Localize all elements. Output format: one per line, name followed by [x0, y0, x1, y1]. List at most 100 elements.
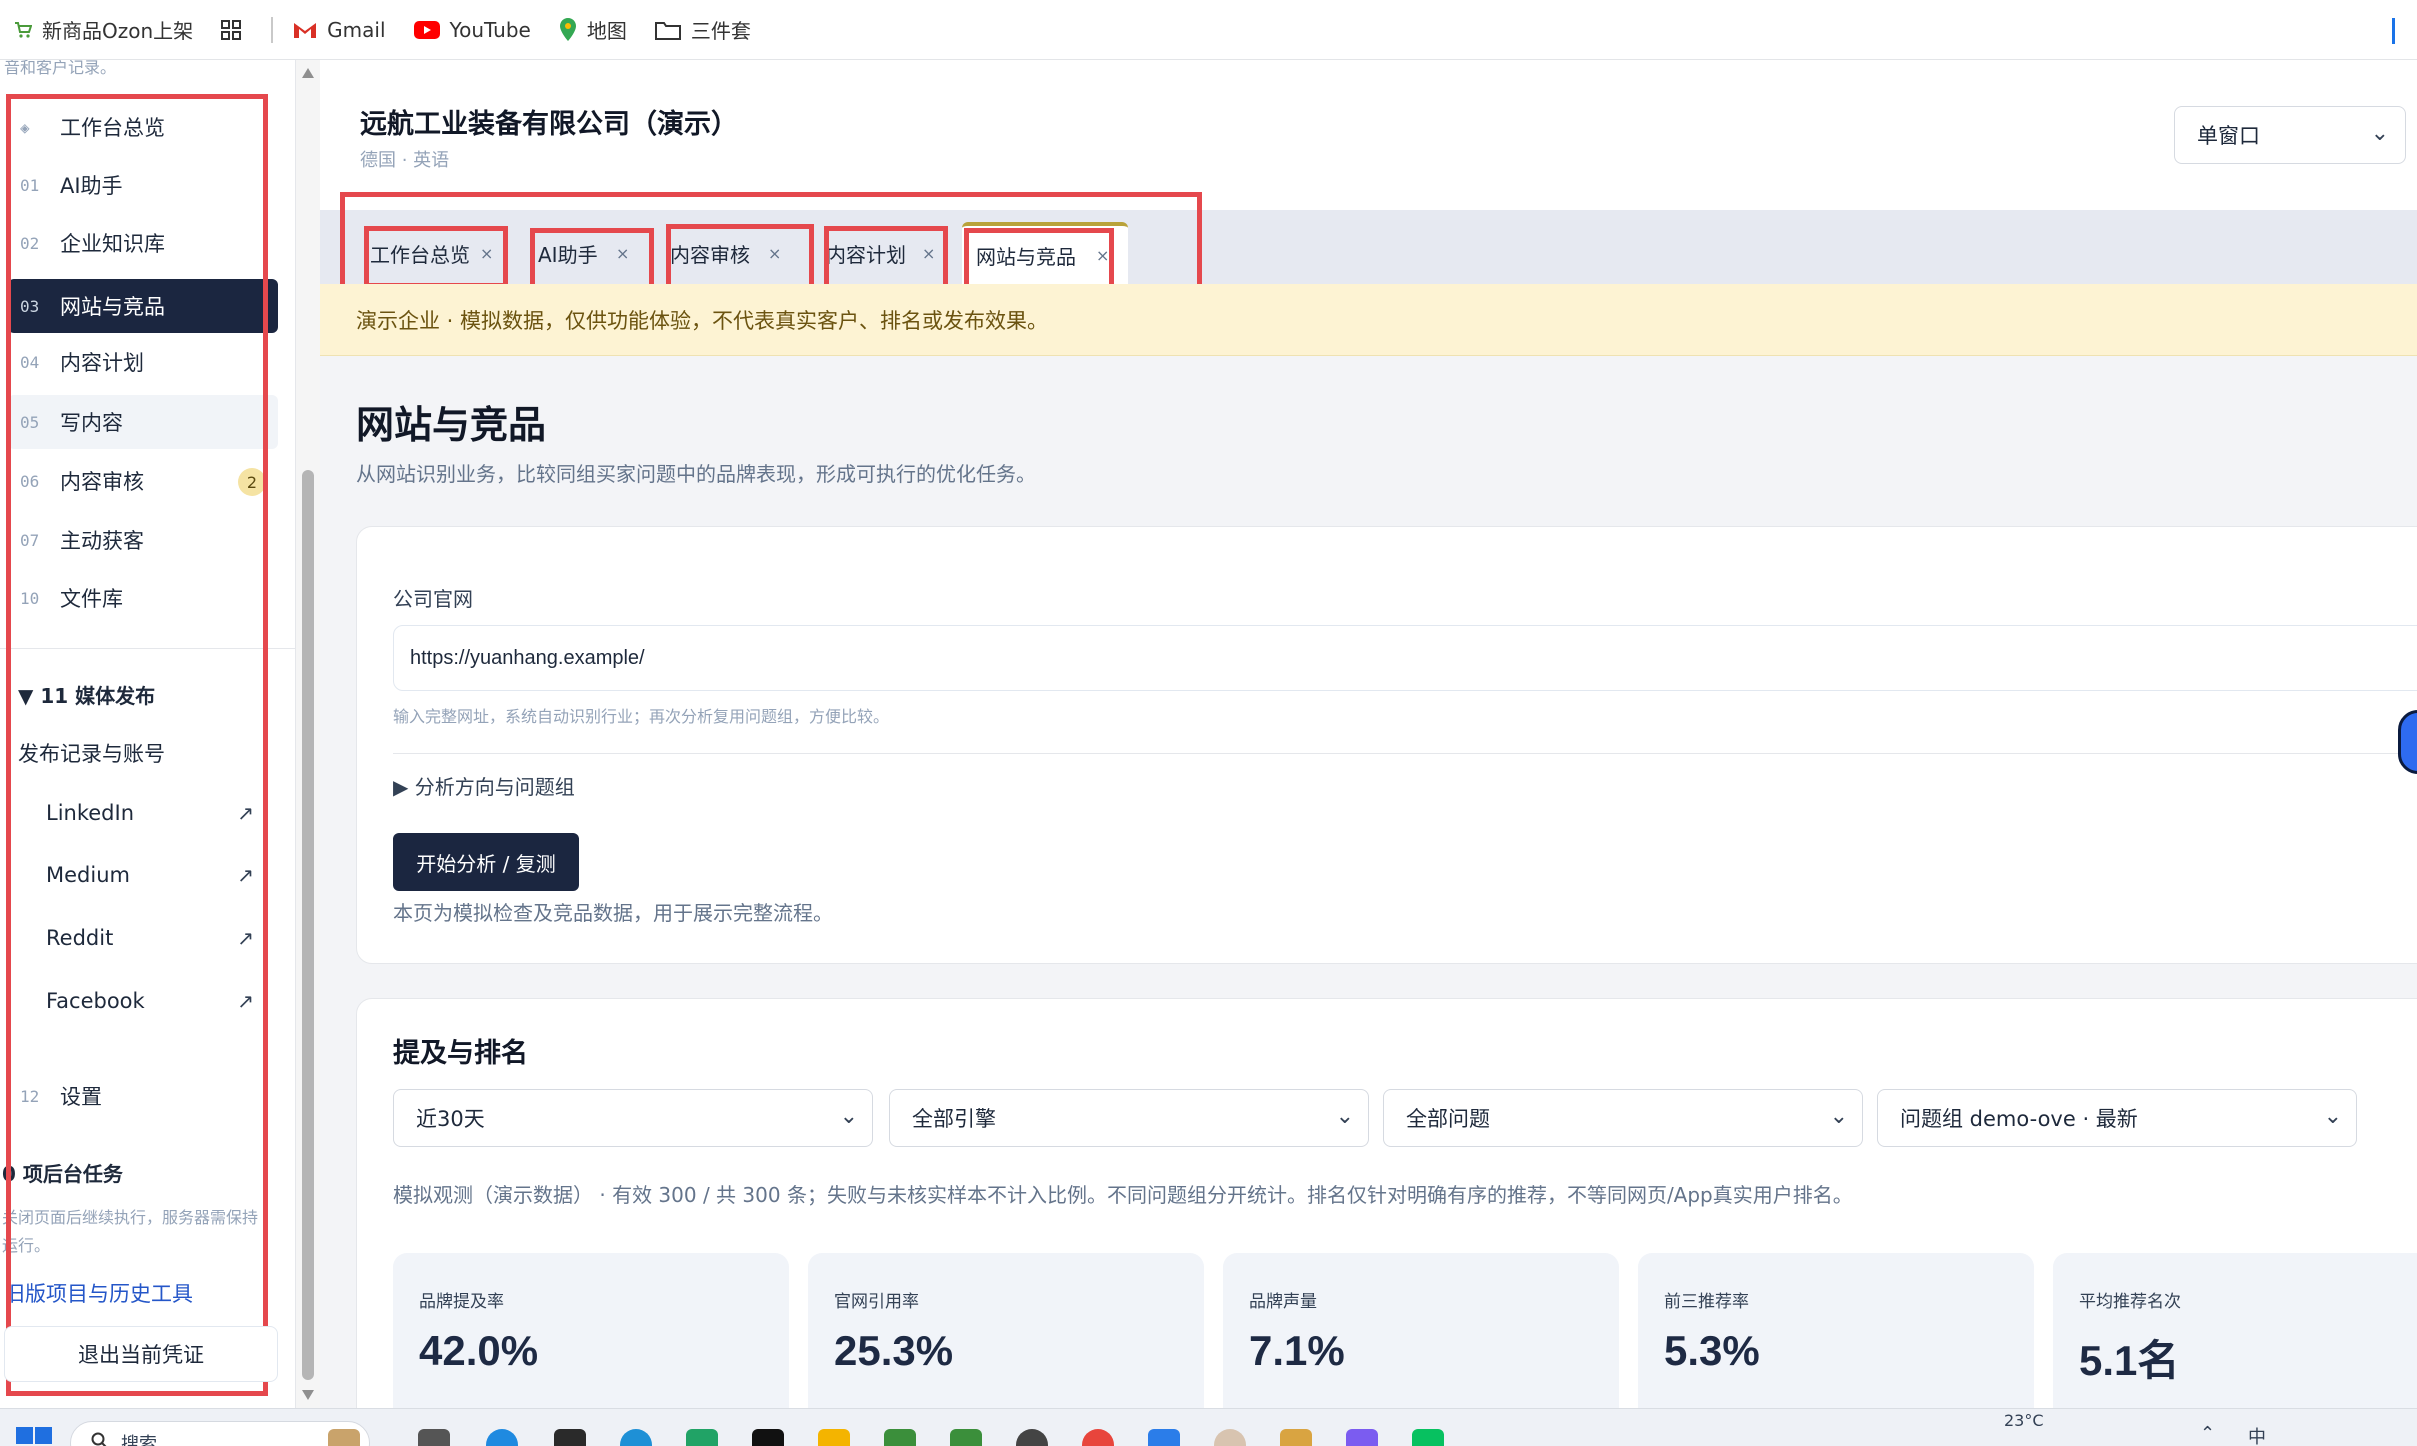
taskbar-search-placeholder: 搜索 — [121, 1434, 157, 1446]
stat-value: 5.3% — [1664, 1327, 1760, 1374]
window-mode-select[interactable]: 单窗口 ⌄ — [2174, 106, 2406, 164]
legacy-tools-link[interactable]: 旧版项目与历史工具 — [4, 1278, 193, 1308]
window-mode-value: 单窗口 — [2197, 124, 2260, 148]
sidebar-clipped-text: 音和客户记录。 — [4, 60, 117, 77]
sidebar-item-knowledge-base[interactable]: 02 企业知识库 — [8, 216, 278, 270]
filter-value: 问题组 demo-ove · 最新 — [1900, 1107, 2138, 1131]
bookmark-separator — [271, 16, 274, 43]
taskbar-app-icon[interactable] — [1016, 1429, 1048, 1446]
taskbar-app-icon[interactable] — [818, 1429, 850, 1446]
taskbar-app-icon[interactable] — [554, 1429, 586, 1446]
bookmark-apps[interactable] — [207, 0, 265, 60]
taskbar-app-icon[interactable] — [418, 1429, 450, 1446]
nav-number: 02 — [20, 233, 40, 253]
question-group-select[interactable]: 问题组 demo-ove · 最新 ⌄ — [1877, 1089, 2357, 1147]
linkedin-link[interactable]: LinkedIn ↗ — [46, 788, 268, 838]
taskbar-app-icon[interactable] — [1082, 1429, 1114, 1446]
taskbar-weather[interactable]: 23°C — [2004, 1411, 2044, 1430]
taskbar-app-icon[interactable] — [884, 1429, 916, 1446]
sidebar-item-website-competitors[interactable]: 03 网站与竞品 — [8, 279, 278, 333]
bookmark-ozon[interactable]: 新商品Ozon上架 — [0, 0, 207, 60]
bookmark-folder[interactable]: 三件套 — [641, 0, 765, 60]
taskbar-search[interactable]: 搜索 — [70, 1421, 370, 1446]
tab-overview[interactable]: 工作台总览 × — [366, 222, 496, 284]
bookmark-maps[interactable]: 地图 — [545, 0, 641, 60]
taskbar-app-icon[interactable] — [620, 1429, 652, 1446]
ext-link-label: Facebook — [46, 989, 145, 1013]
close-icon[interactable]: × — [616, 244, 629, 263]
tab-content-review[interactable]: 内容审核 × — [666, 222, 796, 284]
close-icon[interactable]: × — [768, 244, 781, 263]
scrollbar-thumb[interactable] — [302, 470, 314, 1380]
tab-website-competitors[interactable]: 网站与竞品 × — [962, 222, 1128, 284]
taskbar-app-icon[interactable] — [686, 1429, 718, 1446]
media-publish-heading[interactable]: ▼ 11 媒体发布 — [18, 680, 155, 709]
input-method-indicator[interactable]: 中 — [2248, 1423, 2266, 1446]
nav-number: 03 — [20, 296, 40, 316]
background-tasks-heading: 0 项后台任务 — [2, 1162, 123, 1186]
taskbar-app-icon[interactable] — [1214, 1429, 1246, 1446]
stat-value: 42.0% — [419, 1327, 539, 1374]
sidebar-item-content-review[interactable]: 06 内容审核 2 — [8, 454, 278, 508]
stat-label: 前三推荐率 — [1664, 1292, 1749, 1312]
demo-banner: 演示企业 · 模拟数据，仅供功能体验，不代表真实客户、排名或发布效果。 — [320, 284, 2417, 356]
sidebar-scrollbar[interactable] — [296, 60, 320, 1408]
ext-link-label: LinkedIn — [46, 801, 135, 825]
sidebar-item-settings[interactable]: 12 设置 — [8, 1069, 278, 1123]
sidebar-item-file-library[interactable]: 10 文件库 — [8, 571, 278, 625]
sidebar-item-lead-generation[interactable]: 07 主动获客 — [8, 513, 278, 567]
close-icon[interactable]: × — [1096, 246, 1109, 265]
logout-button[interactable]: 退出当前凭证 — [4, 1326, 278, 1382]
sidebar-item-content-plan[interactable]: 04 内容计划 — [8, 335, 278, 389]
website-url-input[interactable] — [393, 625, 2417, 691]
card-divider — [393, 753, 2417, 754]
filter-value: 近30天 — [416, 1107, 485, 1131]
tab-content-plan[interactable]: 内容计划 × — [822, 222, 952, 284]
company-name: 远航工业装备有限公司（演示） — [360, 109, 738, 140]
scroll-down-arrow-icon[interactable] — [302, 1390, 314, 1400]
sidebar-item-ai-assistant[interactable]: 01 AI助手 — [8, 158, 278, 212]
apps-grid-icon — [221, 19, 242, 40]
facebook-link[interactable]: Facebook ↗ — [46, 976, 268, 1026]
analysis-options-toggle[interactable]: ▶ 分析方向与问题组 — [393, 771, 575, 800]
publish-records-link[interactable]: 发布记录与账号 — [18, 738, 165, 768]
nav-label: 内容计划 — [60, 351, 144, 375]
tab-ai-assistant[interactable]: AI助手 × — [534, 222, 644, 284]
question-select[interactable]: 全部问题 ⌄ — [1383, 1089, 1863, 1147]
bookmark-gmail[interactable]: Gmail — [279, 0, 399, 60]
stat-average-rank: 平均推荐名次 5.1名 — [2053, 1253, 2417, 1423]
windows-start-icon[interactable] — [16, 1427, 52, 1446]
taskbar-app-icon[interactable] — [328, 1429, 360, 1446]
taskbar-app-icon[interactable] — [950, 1429, 982, 1446]
taskbar-app-icon[interactable] — [1346, 1429, 1378, 1446]
scroll-up-arrow-icon[interactable] — [302, 68, 314, 78]
company-meta: 德国 · 英语 — [360, 150, 450, 171]
observation-note: 模拟观测（演示数据） · 有效 300 / 共 300 条；失败与未核实样本不计… — [393, 1183, 1853, 1207]
gmail-icon — [293, 21, 317, 39]
taskbar-app-icon[interactable] — [1412, 1429, 1444, 1446]
chevron-up-icon[interactable]: ⌃ — [2200, 1423, 2215, 1444]
floating-assistant-bubble[interactable] — [2398, 710, 2417, 774]
sidebar-item-write-content[interactable]: 05 写内容 — [8, 395, 278, 449]
medium-link[interactable]: Medium ↗ — [46, 850, 268, 900]
taskbar-app-icon[interactable] — [1148, 1429, 1180, 1446]
nav-number: ◈ — [20, 117, 30, 137]
taskbar-app-icon[interactable] — [1280, 1429, 1312, 1446]
chevron-down-icon: ⌄ — [2323, 1104, 2342, 1129]
chevron-down-icon: ⌄ — [2370, 121, 2389, 146]
bookmark-label: Gmail — [327, 17, 386, 42]
bookmark-youtube[interactable]: YouTube — [400, 0, 545, 60]
chevron-down-icon: ⌄ — [1829, 1104, 1848, 1129]
taskbar-app-icon[interactable] — [486, 1429, 518, 1446]
reddit-link[interactable]: Reddit ↗ — [46, 913, 268, 963]
close-icon[interactable]: × — [922, 244, 935, 263]
ext-link-label: Medium — [46, 863, 130, 887]
engine-select[interactable]: 全部引擎 ⌄ — [889, 1089, 1369, 1147]
time-range-select[interactable]: 近30天 ⌄ — [393, 1089, 873, 1147]
start-analysis-button[interactable]: 开始分析 / 复测 — [393, 833, 579, 891]
close-icon[interactable]: × — [480, 244, 493, 263]
nav-label: 主动获客 — [60, 529, 144, 553]
sidebar-item-overview[interactable]: ◈ 工作台总览 — [8, 100, 278, 154]
nav-label: 写内容 — [60, 411, 123, 435]
taskbar-app-icon[interactable] — [752, 1429, 784, 1446]
